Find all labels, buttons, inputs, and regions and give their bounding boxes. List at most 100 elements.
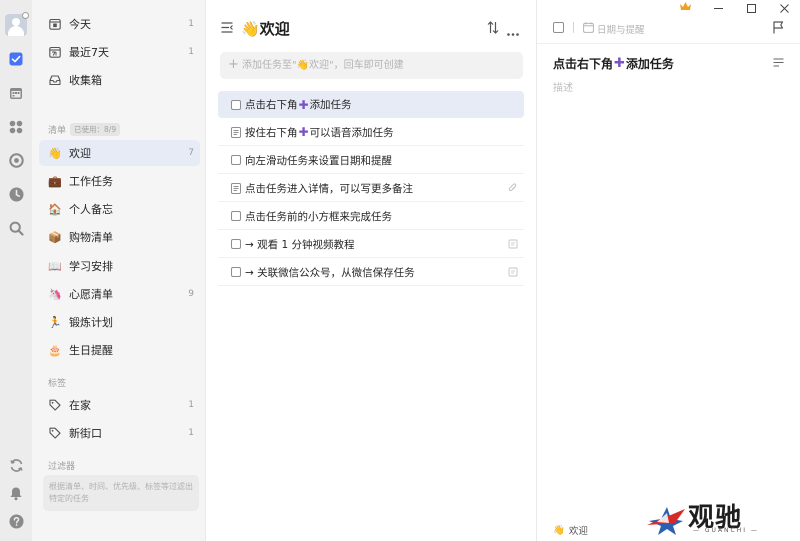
waving-hand-icon: 👋	[48, 146, 62, 160]
list-title-text: 欢迎	[259, 20, 290, 38]
task-title: → 观看 1 分钟视频教程	[245, 238, 355, 251]
date-reminder-button[interactable]: 日期与提醒	[597, 22, 645, 36]
task-title: 点击任务前的小方框来完成任务	[245, 210, 392, 223]
sidebar-item-label: 生日提醒	[69, 344, 113, 357]
sidebar-list-shopping[interactable]: 📦 购物清单	[39, 224, 200, 250]
task-checkbox[interactable]	[231, 267, 241, 277]
search-icon[interactable]	[8, 220, 24, 236]
item-count: 1	[188, 47, 194, 57]
sidebar-item-label: 学习安排	[69, 260, 113, 273]
note-task-icon[interactable]	[231, 126, 241, 138]
sync-icon[interactable]	[8, 457, 24, 473]
task-row[interactable]: 向左滑动任务来设置日期和提醒	[218, 147, 524, 174]
calendar-icon[interactable]	[8, 85, 24, 101]
sidebar-tag-home[interactable]: 在家 1	[39, 392, 200, 418]
task-title: 向左滑动任务来设置日期和提醒	[245, 154, 392, 167]
task-checkbox-icon[interactable]	[8, 51, 24, 67]
clock-icon[interactable]	[8, 186, 24, 202]
notification-dot	[22, 12, 29, 19]
runner-icon: 🏃	[48, 315, 62, 329]
text-format-icon[interactable]	[773, 58, 784, 67]
calendar-today-icon	[48, 17, 62, 31]
book-icon: 📖	[48, 259, 62, 273]
task-title: → 关联微信公众号，从微信保存任务	[245, 266, 415, 279]
item-count: 1	[188, 400, 194, 410]
task-checkbox[interactable]	[231, 99, 241, 110]
sidebar-item-next7days[interactable]: 最近7天 1	[39, 39, 200, 65]
task-row[interactable]: 点击任务前的小方框来完成任务	[218, 203, 524, 230]
lists-section-header[interactable]: 清单 已使用：8/9	[48, 123, 121, 136]
detail-list-selector[interactable]: 👋 欢迎	[553, 523, 588, 538]
tags-section-header[interactable]: 标签	[48, 376, 66, 389]
sidebar-tag-xinjiekou[interactable]: 新街口 1	[39, 420, 200, 446]
calendar-icon[interactable]	[583, 22, 594, 33]
more-options-icon[interactable]	[507, 26, 519, 39]
sidebar-item-label: 锻炼计划	[69, 316, 113, 329]
watermark-subtext: — GUANCHI —	[693, 527, 759, 534]
add-task-input[interactable]	[220, 52, 523, 79]
minimize-button[interactable]	[703, 0, 733, 16]
focus-target-icon[interactable]	[8, 152, 24, 168]
sidebar-list-study[interactable]: 📖 学习安排	[39, 253, 200, 279]
app-rail	[0, 0, 32, 541]
detail-checkbox[interactable]	[553, 22, 564, 33]
sidebar-item-label: 最近7天	[69, 46, 109, 59]
list-title: 👋欢迎	[241, 18, 290, 39]
note-task-icon[interactable]	[231, 182, 241, 194]
bell-icon[interactable]	[8, 485, 24, 501]
sidebar-list-birthday[interactable]: 🎂 生日提醒	[39, 337, 200, 363]
task-title: 点击右下角	[245, 99, 298, 111]
detail-list-name: 欢迎	[568, 526, 588, 537]
filters-header-label: 过滤器	[48, 462, 76, 472]
package-icon: 📦	[48, 230, 62, 244]
sidebar-list-exercise[interactable]: 🏃 锻炼计划	[39, 309, 200, 335]
maximize-button[interactable]	[736, 0, 766, 16]
item-count: 1	[188, 428, 194, 438]
task-detail-panel: 日期与提醒 点击右下角 ✚ 添加任务 描述 👋 欢迎	[537, 0, 800, 541]
task-checkbox[interactable]	[231, 239, 241, 249]
task-row[interactable]: 按住右下角 ✚ 可以语音添加任务	[218, 119, 524, 146]
purple-plus-icon: ✚	[298, 97, 309, 112]
sidebar-item-today[interactable]: 今天 1	[39, 11, 200, 37]
help-icon[interactable]	[8, 513, 24, 529]
waving-hand-icon: 👋	[241, 20, 260, 38]
detail-task-title[interactable]: 点击右下角 ✚ 添加任务	[553, 55, 674, 72]
tags-header-label: 标签	[48, 379, 67, 389]
sidebar-item-label: 工作任务	[69, 175, 113, 188]
tag-icon	[48, 426, 62, 440]
task-title: 按住右下角	[245, 126, 298, 139]
task-checkbox[interactable]	[231, 211, 241, 221]
menu-toggle-icon[interactable]	[221, 22, 233, 36]
grid-apps-icon[interactable]	[8, 119, 24, 135]
sidebar-list-work[interactable]: 💼 工作任务	[39, 168, 200, 194]
priority-flag-icon[interactable]	[773, 21, 784, 34]
unicorn-icon: 🦄	[48, 287, 62, 301]
task-checkbox[interactable]	[231, 155, 241, 165]
filters-section-header[interactable]: 过滤器	[48, 459, 75, 472]
briefcase-icon: 💼	[48, 174, 62, 188]
crown-icon[interactable]	[679, 1, 692, 11]
purple-plus-icon: ✚	[614, 56, 625, 71]
sidebar-item-label: 今天	[69, 18, 91, 31]
sidebar-list-welcome[interactable]: 👋 欢迎 7	[39, 140, 200, 166]
lists-usage-badge: 已使用：8/9	[70, 123, 121, 136]
item-count: 9	[188, 289, 194, 299]
description-field[interactable]: 描述	[553, 79, 573, 94]
task-row[interactable]: 点击右下角 ✚ 添加任务	[218, 91, 524, 118]
task-row[interactable]: → 观看 1 分钟视频教程	[218, 231, 524, 258]
filters-hint: 根据清单、时间、优先级、标签等过滤出特定的任务	[43, 475, 199, 511]
note-icon	[508, 239, 518, 249]
sidebar-list-wishes[interactable]: 🦄 心愿清单 9	[39, 281, 200, 307]
sidebar-item-label: 在家	[69, 399, 91, 412]
sidebar-item-label: 个人备忘	[69, 203, 113, 216]
close-button[interactable]	[769, 0, 799, 16]
inbox-icon	[48, 73, 62, 87]
sidebar-item-label: 心愿清单	[69, 288, 113, 301]
task-row[interactable]: 点击任务进入详情，可以写更多备注	[218, 175, 524, 202]
sidebar-list-memo[interactable]: 🏠 个人备忘	[39, 196, 200, 222]
add-plus-icon: +	[228, 57, 239, 72]
sort-icon[interactable]	[487, 21, 499, 37]
sidebar-item-inbox[interactable]: 收集箱	[39, 67, 200, 93]
task-row[interactable]: → 关联微信公众号，从微信保存任务	[218, 259, 524, 286]
cake-icon: 🎂	[48, 343, 62, 357]
